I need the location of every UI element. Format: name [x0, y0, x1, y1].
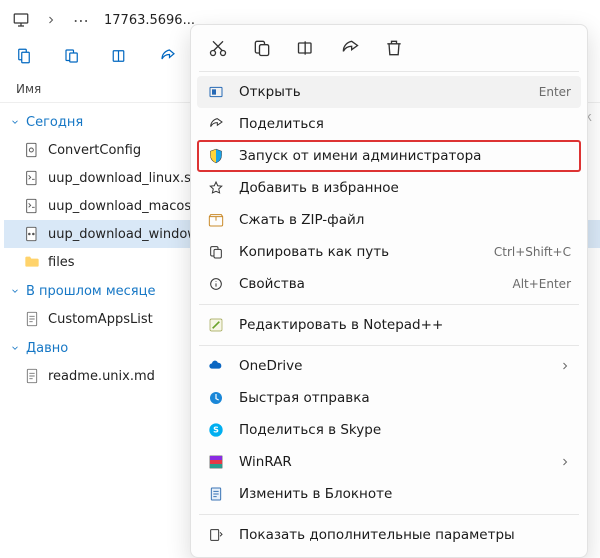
menu-item-open[interactable]: Открыть Enter: [197, 76, 581, 108]
open-icon: [207, 83, 225, 101]
file-icon: [24, 198, 40, 214]
menu-item-copypath[interactable]: Копировать как путь Ctrl+Shift+C: [197, 236, 581, 268]
skype-icon: S: [207, 421, 225, 439]
file-name: CustomAppsList: [48, 312, 153, 327]
menu-item-label: Копировать как путь: [239, 244, 480, 260]
file-icon: [24, 368, 40, 384]
menu-item-star[interactable]: Добавить в избранное: [197, 172, 581, 204]
copypath-icon: [207, 243, 225, 261]
file-icon: [24, 311, 40, 327]
file-icon: [24, 254, 40, 270]
menu-item-label: Сжать в ZIP-файл: [239, 212, 571, 228]
zip-icon: [207, 211, 225, 229]
group-name: Сегодня: [26, 115, 83, 130]
menu-item-notepad[interactable]: Изменить в Блокноте: [197, 478, 581, 510]
menu-item-zip[interactable]: Сжать в ZIP-файл: [197, 204, 581, 236]
menu-item-fastsend[interactable]: Быстрая отправка: [197, 382, 581, 414]
share-icon[interactable]: [158, 46, 178, 66]
chevron-right-icon: [559, 456, 571, 468]
menu-item-label: WinRAR: [239, 454, 545, 470]
menu-item-label: OneDrive: [239, 358, 545, 374]
share-icon[interactable]: [339, 37, 361, 59]
group-name: Давно: [26, 341, 68, 356]
menu-item-label: Поделиться: [239, 116, 571, 132]
menu-item-label: Добавить в избранное: [239, 180, 571, 196]
file-name: uup_download_linux.sh: [48, 171, 199, 186]
menu-item-label: Открыть: [239, 84, 525, 100]
monitor-icon[interactable]: [10, 9, 32, 31]
context-menu: Открыть Enter Поделиться Запуск от имени ад…: [190, 24, 588, 558]
menu-item-skype[interactable]: S Поделиться в Skype: [197, 414, 581, 446]
ellipsis-icon[interactable]: ⋯: [70, 9, 92, 31]
chevron-down-icon: [10, 117, 22, 129]
menu-item-more[interactable]: Показать дополнительные параметры: [197, 519, 581, 551]
rename-icon[interactable]: [295, 37, 317, 59]
onedrive-icon: [207, 357, 225, 375]
file-name: files: [48, 255, 75, 270]
fastsend-icon: [207, 389, 225, 407]
star-icon: [207, 179, 225, 197]
chevron-down-icon: [10, 286, 22, 298]
menu-item-label: Изменить в Блокноте: [239, 486, 571, 502]
separator: [199, 514, 579, 515]
menu-item-label: Запуск от имени администратора: [239, 148, 571, 164]
separator: [199, 71, 579, 72]
svg-text:S: S: [213, 426, 219, 435]
menu-item-label: Редактировать в Notepad++: [239, 317, 571, 333]
group-name: В прошлом месяце: [26, 284, 155, 299]
delete-icon[interactable]: [383, 37, 405, 59]
menu-item-winrar[interactable]: WinRAR: [197, 446, 581, 478]
menu-item-shortcut: Alt+Enter: [512, 277, 571, 291]
npp-icon: [207, 316, 225, 334]
winrar-icon: [207, 453, 225, 471]
chevron-down-icon: [10, 343, 22, 355]
file-icon: [24, 226, 40, 242]
copy-icon[interactable]: [62, 46, 82, 66]
menu-item-shortcut: Enter: [539, 85, 571, 99]
share-icon: [207, 115, 225, 133]
props-icon: [207, 275, 225, 293]
file-name: uup_download_windows: [48, 227, 205, 242]
copy-icon[interactable]: [251, 37, 273, 59]
menu-item-label: Показать дополнительные параметры: [239, 527, 571, 543]
cut-icon[interactable]: [207, 37, 229, 59]
chevron-right-icon: [559, 360, 571, 372]
chevron-right-icon[interactable]: [40, 9, 62, 31]
menu-item-onedrive[interactable]: OneDrive: [197, 350, 581, 382]
breadcrumb-text: 17763.5696...: [104, 13, 195, 28]
separator: [199, 345, 579, 346]
menu-item-label: Свойства: [239, 276, 498, 292]
menu-item-shortcut: Ctrl+Shift+C: [494, 245, 571, 259]
file-name: ConvertConfig: [48, 143, 141, 158]
file-name: readme.unix.md: [48, 369, 155, 384]
file-icon: [24, 170, 40, 186]
file-name: uup_download_macos.sh: [48, 199, 210, 214]
notepad-icon: [207, 485, 225, 503]
rename-icon[interactable]: [110, 46, 130, 66]
shield-icon: [207, 147, 225, 165]
separator: [199, 304, 579, 305]
context-menu-quick-actions: [197, 31, 581, 67]
menu-item-label: Поделиться в Skype: [239, 422, 571, 438]
cut-icon[interactable]: [14, 46, 34, 66]
menu-item-props[interactable]: Свойства Alt+Enter: [197, 268, 581, 300]
menu-item-shield[interactable]: Запуск от имени администратора: [197, 140, 581, 172]
menu-item-npp[interactable]: Редактировать в Notepad++: [197, 309, 581, 341]
file-icon: [24, 142, 40, 158]
menu-item-share[interactable]: Поделиться: [197, 108, 581, 140]
menu-item-label: Быстрая отправка: [239, 390, 571, 406]
